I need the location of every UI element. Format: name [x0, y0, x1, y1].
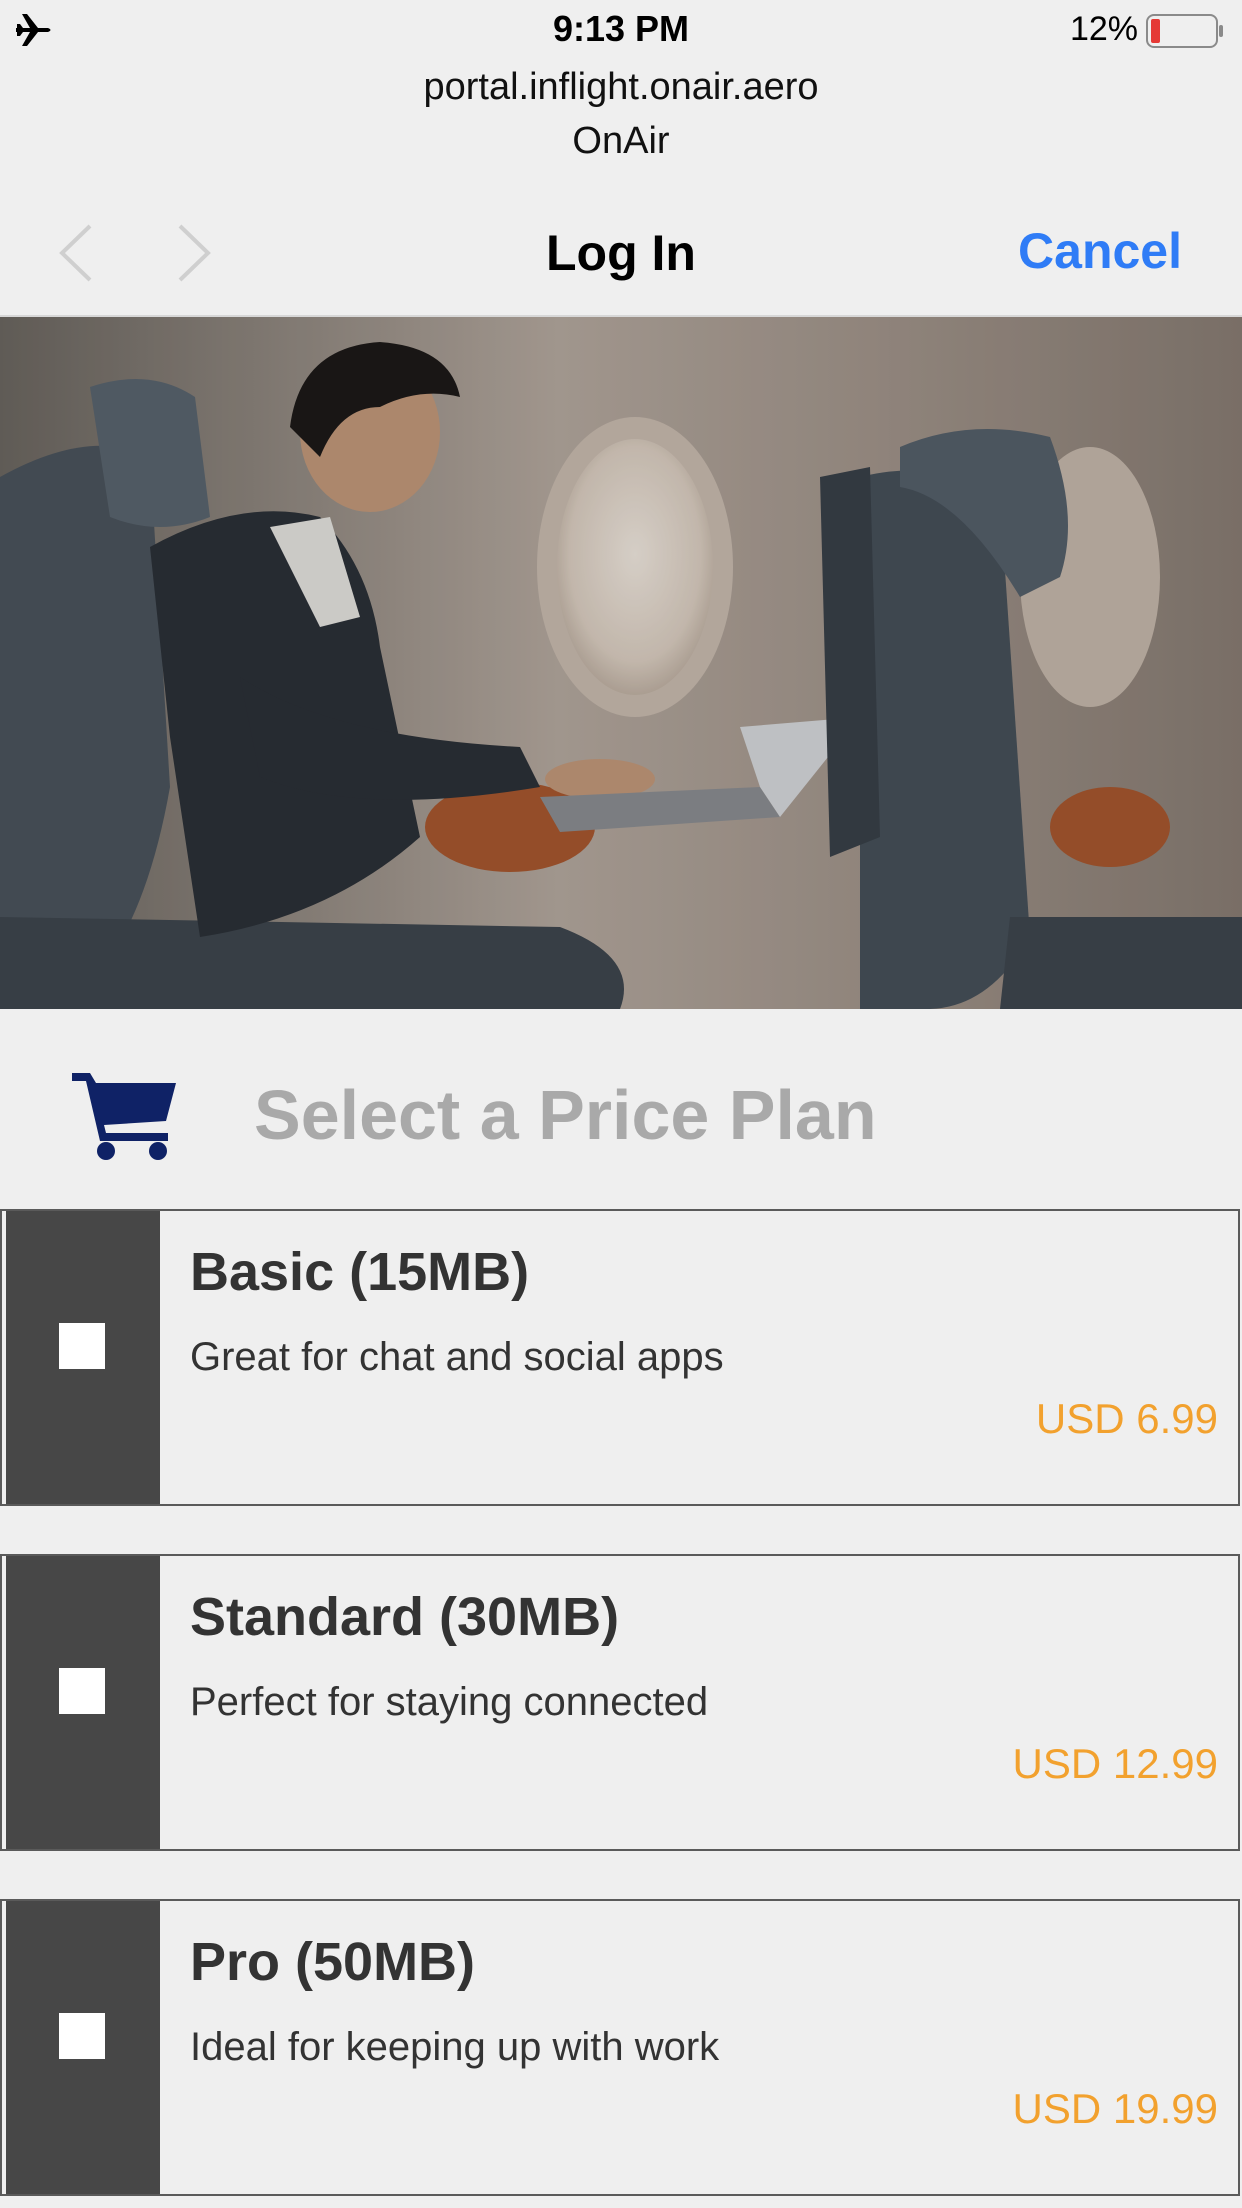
cancel-button[interactable]: Cancel — [1018, 222, 1182, 280]
hero-image — [0, 317, 1242, 1009]
plan-card-basic[interactable]: Basic (15MB) Great for chat and social a… — [0, 1209, 1240, 1506]
plan-price: USD 12.99 — [1012, 1740, 1218, 1787]
plan-description: Perfect for staying connected — [190, 1680, 709, 1724]
navigation-bar: Log In Cancel — [0, 190, 1242, 317]
plan-name: Standard (30MB) — [190, 1587, 620, 1647]
plan-checkbox[interactable] — [59, 1323, 105, 1369]
plan-card-standard[interactable]: Standard (30MB) Perfect for staying conn… — [0, 1554, 1240, 1851]
plan-checkbox[interactable] — [59, 1668, 105, 1714]
address-site-name: OnAir — [572, 120, 670, 162]
plan-card-pro[interactable]: Pro (50MB) Ideal for keeping up with wor… — [0, 1899, 1240, 2196]
status-bar: 9:13 PM 12% — [0, 0, 1242, 60]
price-plan-header: Select a Price Plan — [0, 1009, 1242, 1209]
shopping-cart-icon — [72, 1073, 176, 1160]
status-time: 9:13 PM — [552, 8, 690, 49]
plan-selector-panel — [6, 1211, 160, 1504]
plan-description: Ideal for keeping up with work — [190, 2025, 720, 2069]
plan-description: Great for chat and social apps — [190, 1335, 724, 1379]
plan-price: USD 6.99 — [1035, 1395, 1218, 1442]
section-heading: Select a Price Plan — [254, 1076, 877, 1154]
plan-name: Pro (50MB) — [190, 1932, 476, 1992]
plan-name: Basic (15MB) — [190, 1242, 530, 1302]
plan-selector-panel — [6, 1556, 160, 1849]
battery-icon — [1146, 14, 1223, 48]
battery-percentage: 12% — [1069, 10, 1138, 48]
address-url[interactable]: portal.inflight.onair.aero — [0, 66, 1242, 109]
plan-checkbox[interactable] — [59, 2013, 105, 2059]
plan-selector-panel — [6, 1901, 160, 2194]
plan-price: USD 19.99 — [1012, 2085, 1218, 2132]
